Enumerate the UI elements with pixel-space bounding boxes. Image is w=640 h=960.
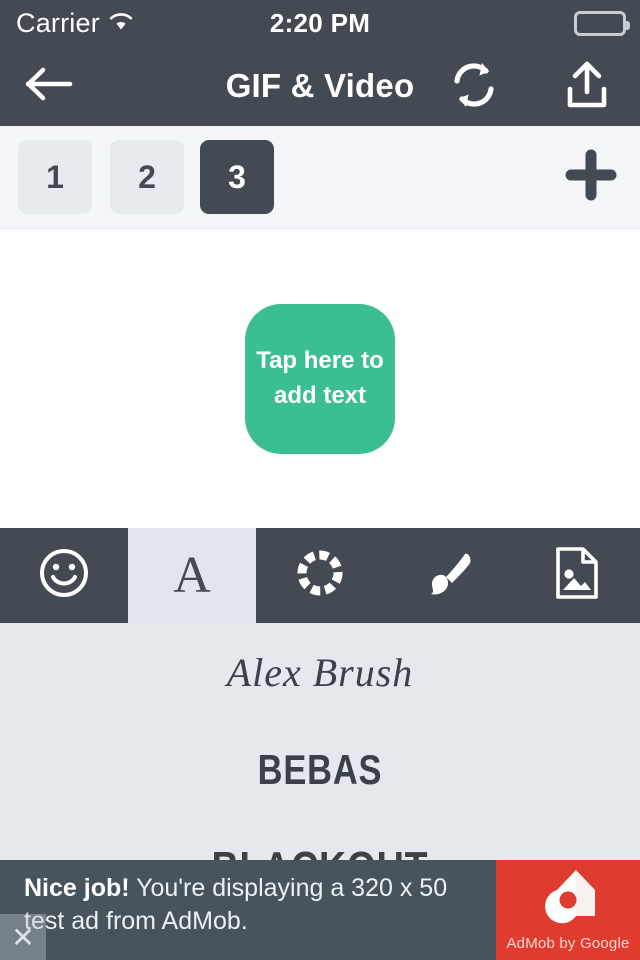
- page-tab-3[interactable]: 3: [200, 140, 274, 214]
- tool-tab-bar: A: [0, 528, 640, 623]
- font-list-item[interactable]: BEBAS: [58, 721, 583, 819]
- page-tab-label: 2: [138, 158, 156, 195]
- share-upload-icon: [562, 60, 612, 115]
- page-tab-label: 3: [228, 158, 246, 195]
- paintbrush-icon: [421, 546, 475, 605]
- back-button[interactable]: [22, 58, 78, 114]
- add-page-button[interactable]: [560, 146, 622, 208]
- admob-logo: AdMob by Google: [496, 860, 640, 960]
- admob-logo-caption: AdMob by Google: [506, 935, 630, 952]
- status-bar-clock: 2:20 PM: [269, 7, 371, 38]
- text-a-icon: A: [173, 546, 211, 604]
- ad-text: Nice job! You're displaying a 320 x 50 t…: [0, 860, 496, 960]
- tab-stickers[interactable]: [0, 528, 128, 623]
- page-tab-2[interactable]: 2: [110, 140, 184, 214]
- page-title: GIF & Video: [225, 67, 415, 104]
- battery-full-icon: [574, 10, 630, 36]
- navigation-bar: GIF & Video: [0, 46, 640, 126]
- add-text-button[interactable]: Tap here to add text: [245, 303, 395, 454]
- status-bar: Carrier 2:20 PM: [0, 0, 640, 46]
- arrow-left-icon: [25, 66, 75, 107]
- editor-canvas[interactable]: Tap here to add text: [0, 229, 640, 528]
- refresh-button[interactable]: [444, 60, 504, 114]
- font-list-item[interactable]: Alex Brush: [0, 623, 640, 721]
- plus-icon: [564, 148, 618, 207]
- smiley-icon: [37, 546, 91, 605]
- admob-logo-icon: [535, 866, 601, 933]
- dashed-circle-icon: [293, 546, 347, 605]
- ad-headline: Nice job!: [24, 874, 130, 902]
- status-bar-right: [574, 0, 630, 46]
- app-root: Carrier 2:20 PM GIF & Video 1 2 3 Tap he…: [0, 0, 640, 960]
- page-tab-1[interactable]: 1: [18, 140, 92, 214]
- refresh-icon: [448, 60, 500, 115]
- close-x-icon: ✕: [11, 921, 35, 953]
- page-tab-label: 1: [46, 158, 64, 195]
- tab-text[interactable]: A: [128, 528, 256, 623]
- image-file-icon: [550, 545, 602, 606]
- share-button[interactable]: [558, 60, 616, 114]
- ad-banner[interactable]: Nice job! You're displaying a 320 x 50 t…: [0, 860, 640, 960]
- tab-image[interactable]: [512, 528, 640, 623]
- tab-frame[interactable]: [256, 528, 384, 623]
- page-tab-bar: 1 2 3: [0, 126, 640, 229]
- close-ad-button[interactable]: ✕: [0, 914, 46, 960]
- tab-draw[interactable]: [384, 528, 512, 623]
